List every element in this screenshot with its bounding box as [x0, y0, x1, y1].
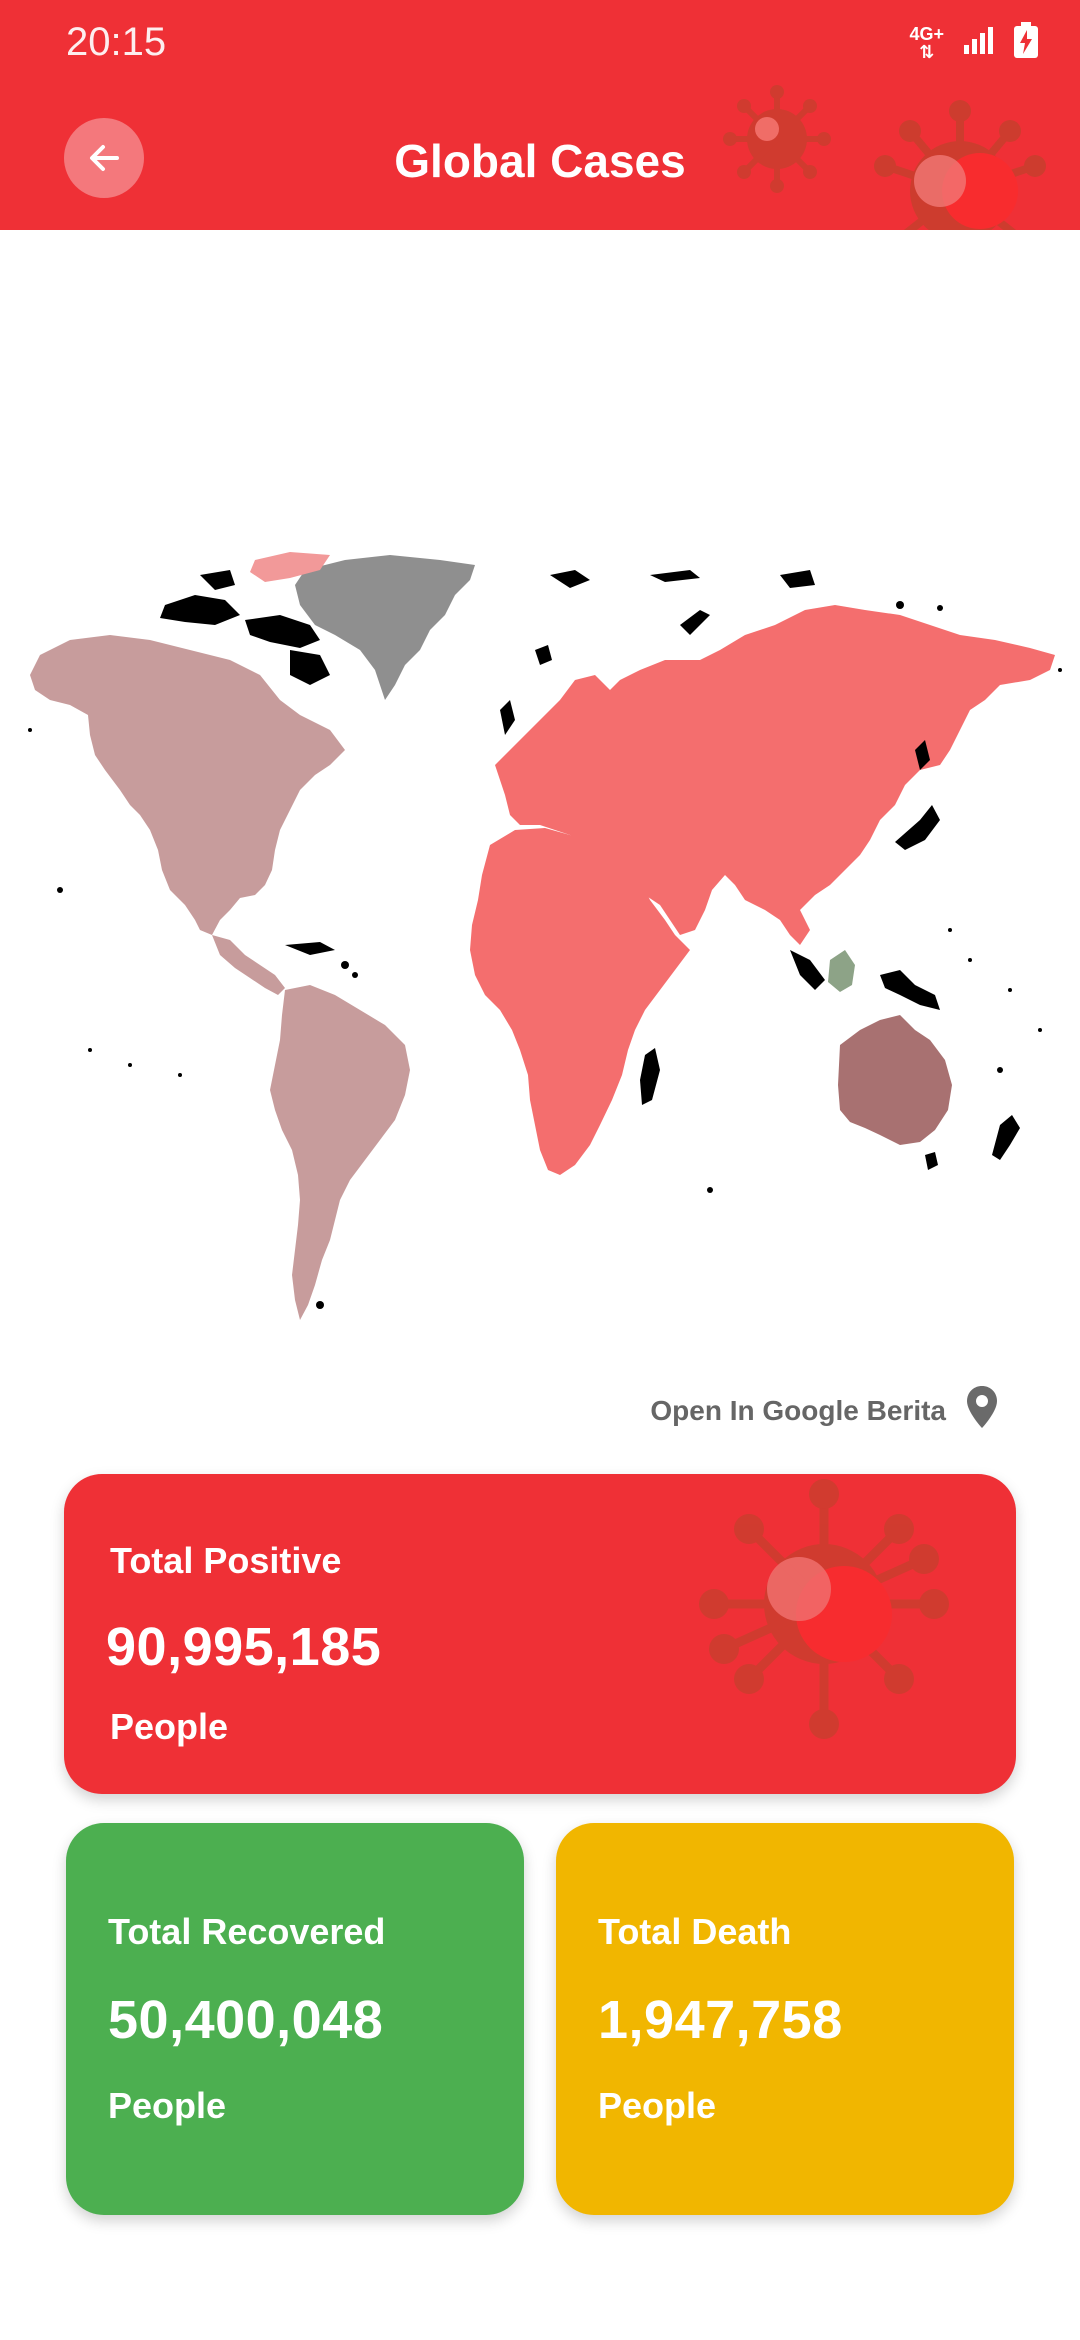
total-positive-value: 90,995,185 [106, 1617, 382, 1677]
total-recovered-label: Total Recovered [108, 1911, 386, 1952]
map-region-oceania [838, 1015, 952, 1145]
map-region-indonesia [828, 950, 855, 992]
status-icons: 4G+ ⇅ [909, 22, 1038, 63]
location-pin-icon [964, 1384, 1000, 1437]
virus-decoration-icon [699, 1479, 949, 1739]
total-recovered-card[interactable]: Total Recovered 50,400,048 People [66, 1823, 524, 2215]
total-recovered-unit: People [108, 2085, 227, 2126]
network-4g-icon: 4G+ ⇅ [909, 23, 944, 62]
page-title: Global Cases [394, 135, 686, 187]
world-map[interactable] [0, 230, 1080, 1390]
total-death-label: Total Death [598, 1911, 792, 1952]
total-positive-label: Total Positive [110, 1540, 342, 1581]
open-google-news-link[interactable]: Open In Google Berita [650, 1384, 1000, 1437]
map-region-north-america [30, 635, 345, 935]
battery-charging-icon [1014, 22, 1038, 63]
open-google-news-label: Open In Google Berita [650, 1394, 946, 1426]
map-region-south-america [270, 985, 410, 1320]
status-time: 20:15 [66, 20, 167, 64]
signal-icon [962, 25, 996, 60]
screen: 20:15 4G+ ⇅ Global Cases Open In Google … [0, 0, 1080, 2340]
total-death-value: 1,947,758 [598, 1990, 843, 2050]
total-recovered-value: 50,400,048 [108, 1990, 384, 2050]
total-positive-card[interactable]: Total Positive 90,995,185 People [64, 1474, 1016, 1794]
total-positive-unit: People [110, 1706, 229, 1747]
total-death-unit: People [598, 2085, 717, 2126]
app-header: 20:15 4G+ ⇅ Global Cases [0, 0, 1080, 230]
total-death-card[interactable]: Total Death 1,947,758 People [556, 1823, 1014, 2215]
